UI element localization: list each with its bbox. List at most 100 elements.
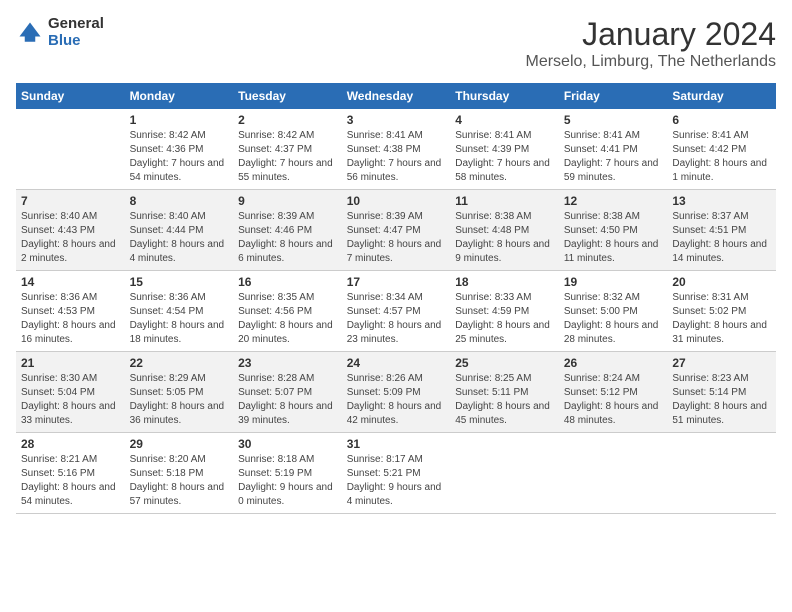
logo-blue: Blue [48, 33, 104, 50]
weekday-header-tuesday: Tuesday [233, 83, 342, 109]
logo-icon [16, 19, 44, 47]
calendar-cell: 15Sunrise: 8:36 AMSunset: 4:54 PMDayligh… [125, 271, 234, 352]
day-number: 21 [21, 356, 120, 370]
calendar-cell: 1 Sunrise: 8:42 AMSunset: 4:36 PMDaylight… [125, 109, 234, 190]
calendar-cell: 4 Sunrise: 8:41 AMSunset: 4:39 PMDaylight… [450, 109, 559, 190]
weekday-header-thursday: Thursday [450, 83, 559, 109]
weekday-header-saturday: Saturday [667, 83, 776, 109]
calendar-cell: 28 Sunrise: 8:21 AMSunset: 5:16 PMDayligh… [16, 433, 125, 514]
weekday-header-friday: Friday [559, 83, 668, 109]
day-number: 28 [21, 437, 120, 451]
day-number: 17 [347, 275, 446, 289]
weekday-header-wednesday: Wednesday [342, 83, 451, 109]
calendar-cell: 6Sunrise: 8:41 AMSunset: 4:42 PMDaylight… [667, 109, 776, 190]
day-number: 29 [130, 437, 229, 451]
calendar-cell: 27 Sunrise: 8:23 AMSunset: 5:14 PMDayligh… [667, 352, 776, 433]
calendar-cell: 18Sunrise: 8:33 AMSunset: 4:59 PMDayligh… [450, 271, 559, 352]
day-detail: Sunrise: 8:20 AMSunset: 5:18 PMDaylight:… [130, 453, 229, 509]
day-number: 3 [347, 113, 446, 127]
title-block: January 2024 Merselo, Limburg, The Nethe… [526, 16, 777, 71]
calendar-cell: 22 Sunrise: 8:29 AMSunset: 5:05 PMDayligh… [125, 352, 234, 433]
calendar-cell: 3 Sunrise: 8:41 AMSunset: 4:38 PMDaylight… [342, 109, 451, 190]
calendar-cell [667, 433, 776, 514]
day-detail: Sunrise: 8:41 AMSunset: 4:41 PMDaylight:… [564, 129, 663, 185]
calendar-cell: 17Sunrise: 8:34 AMSunset: 4:57 PMDayligh… [342, 271, 451, 352]
calendar-cell: 30 Sunrise: 8:18 AMSunset: 5:19 PMDayligh… [233, 433, 342, 514]
day-detail: Sunrise: 8:29 AMSunset: 5:05 PMDaylight:… [130, 372, 229, 428]
day-detail: Sunrise: 8:35 AMSunset: 4:56 PMDaylight:… [238, 291, 337, 347]
day-number: 1 [130, 113, 229, 127]
day-detail: Sunrise: 8:40 AMSunset: 4:43 PMDaylight:… [21, 210, 120, 266]
day-number: 19 [564, 275, 663, 289]
calendar-cell: 31 Sunrise: 8:17 AMSunset: 5:21 PMDayligh… [342, 433, 451, 514]
day-number: 7 [21, 194, 120, 208]
day-detail: Sunrise: 8:38 AMSunset: 4:48 PMDaylight:… [455, 210, 554, 266]
day-detail: Sunrise: 8:38 AMSunset: 4:50 PMDaylight:… [564, 210, 663, 266]
day-number: 6 [672, 113, 771, 127]
day-detail: Sunrise: 8:17 AMSunset: 5:21 PMDaylight:… [347, 453, 446, 509]
day-detail: Sunrise: 8:39 AMSunset: 4:47 PMDaylight:… [347, 210, 446, 266]
calendar-cell: 13 Sunrise: 8:37 AMSunset: 4:51 PMDayligh… [667, 190, 776, 271]
calendar-cell [450, 433, 559, 514]
day-number: 4 [455, 113, 554, 127]
day-number: 11 [455, 194, 554, 208]
day-detail: Sunrise: 8:32 AMSunset: 5:00 PMDaylight:… [564, 291, 663, 347]
day-detail: Sunrise: 8:37 AMSunset: 4:51 PMDaylight:… [672, 210, 771, 266]
calendar-cell: 7 Sunrise: 8:40 AMSunset: 4:43 PMDaylight… [16, 190, 125, 271]
weekday-header-sunday: Sunday [16, 83, 125, 109]
day-number: 30 [238, 437, 337, 451]
day-number: 5 [564, 113, 663, 127]
logo-general: General [48, 16, 104, 33]
logo: General Blue [16, 16, 104, 49]
day-number: 25 [455, 356, 554, 370]
calendar-cell: 24Sunrise: 8:26 AMSunset: 5:09 PMDayligh… [342, 352, 451, 433]
calendar-cell: 12 Sunrise: 8:38 AMSunset: 4:50 PMDayligh… [559, 190, 668, 271]
day-detail: Sunrise: 8:36 AMSunset: 4:54 PMDaylight:… [130, 291, 229, 347]
weekday-header-row: SundayMondayTuesdayWednesdayThursdayFrid… [16, 83, 776, 109]
day-number: 16 [238, 275, 337, 289]
day-detail: Sunrise: 8:18 AMSunset: 5:19 PMDaylight:… [238, 453, 337, 509]
day-detail: Sunrise: 8:28 AMSunset: 5:07 PMDaylight:… [238, 372, 337, 428]
day-number: 27 [672, 356, 771, 370]
day-detail: Sunrise: 8:25 AMSunset: 5:11 PMDaylight:… [455, 372, 554, 428]
day-number: 14 [21, 275, 120, 289]
calendar-cell: 23 Sunrise: 8:28 AMSunset: 5:07 PMDayligh… [233, 352, 342, 433]
logo-text: General Blue [48, 16, 104, 49]
day-number: 22 [130, 356, 229, 370]
calendar-cell: 26Sunrise: 8:24 AMSunset: 5:12 PMDayligh… [559, 352, 668, 433]
day-number: 9 [238, 194, 337, 208]
calendar-cell: 21 Sunrise: 8:30 AMSunset: 5:04 PMDayligh… [16, 352, 125, 433]
calendar-cell: 25 Sunrise: 8:25 AMSunset: 5:11 PMDayligh… [450, 352, 559, 433]
day-detail: Sunrise: 8:33 AMSunset: 4:59 PMDaylight:… [455, 291, 554, 347]
day-detail: Sunrise: 8:23 AMSunset: 5:14 PMDaylight:… [672, 372, 771, 428]
day-detail: Sunrise: 8:30 AMSunset: 5:04 PMDaylight:… [21, 372, 120, 428]
day-detail: Sunrise: 8:42 AMSunset: 4:37 PMDaylight:… [238, 129, 337, 185]
day-detail: Sunrise: 8:36 AMSunset: 4:53 PMDaylight:… [21, 291, 120, 347]
location-title: Merselo, Limburg, The Netherlands [526, 53, 777, 71]
day-number: 23 [238, 356, 337, 370]
day-detail: Sunrise: 8:31 AMSunset: 5:02 PMDaylight:… [672, 291, 771, 347]
day-detail: Sunrise: 8:24 AMSunset: 5:12 PMDaylight:… [564, 372, 663, 428]
calendar-cell: 9Sunrise: 8:39 AMSunset: 4:46 PMDaylight… [233, 190, 342, 271]
month-title: January 2024 [526, 16, 777, 53]
day-number: 8 [130, 194, 229, 208]
calendar-week-row: 1 Sunrise: 8:42 AMSunset: 4:36 PMDaylight… [16, 109, 776, 190]
day-detail: Sunrise: 8:41 AMSunset: 4:38 PMDaylight:… [347, 129, 446, 185]
calendar-cell: 16 Sunrise: 8:35 AMSunset: 4:56 PMDayligh… [233, 271, 342, 352]
day-detail: Sunrise: 8:41 AMSunset: 4:39 PMDaylight:… [455, 129, 554, 185]
calendar-week-row: 21 Sunrise: 8:30 AMSunset: 5:04 PMDayligh… [16, 352, 776, 433]
day-detail: Sunrise: 8:42 AMSunset: 4:36 PMDaylight:… [130, 129, 229, 185]
day-number: 10 [347, 194, 446, 208]
day-number: 13 [672, 194, 771, 208]
day-detail: Sunrise: 8:21 AMSunset: 5:16 PMDaylight:… [21, 453, 120, 509]
calendar-cell [16, 109, 125, 190]
calendar-cell: 2Sunrise: 8:42 AMSunset: 4:37 PMDaylight… [233, 109, 342, 190]
calendar-cell [559, 433, 668, 514]
page-header: General Blue January 2024 Merselo, Limbu… [16, 16, 776, 71]
calendar-cell: 29 Sunrise: 8:20 AMSunset: 5:18 PMDayligh… [125, 433, 234, 514]
day-number: 24 [347, 356, 446, 370]
calendar-cell: 5 Sunrise: 8:41 AMSunset: 4:41 PMDaylight… [559, 109, 668, 190]
calendar-cell: 8Sunrise: 8:40 AMSunset: 4:44 PMDaylight… [125, 190, 234, 271]
day-number: 31 [347, 437, 446, 451]
day-number: 12 [564, 194, 663, 208]
